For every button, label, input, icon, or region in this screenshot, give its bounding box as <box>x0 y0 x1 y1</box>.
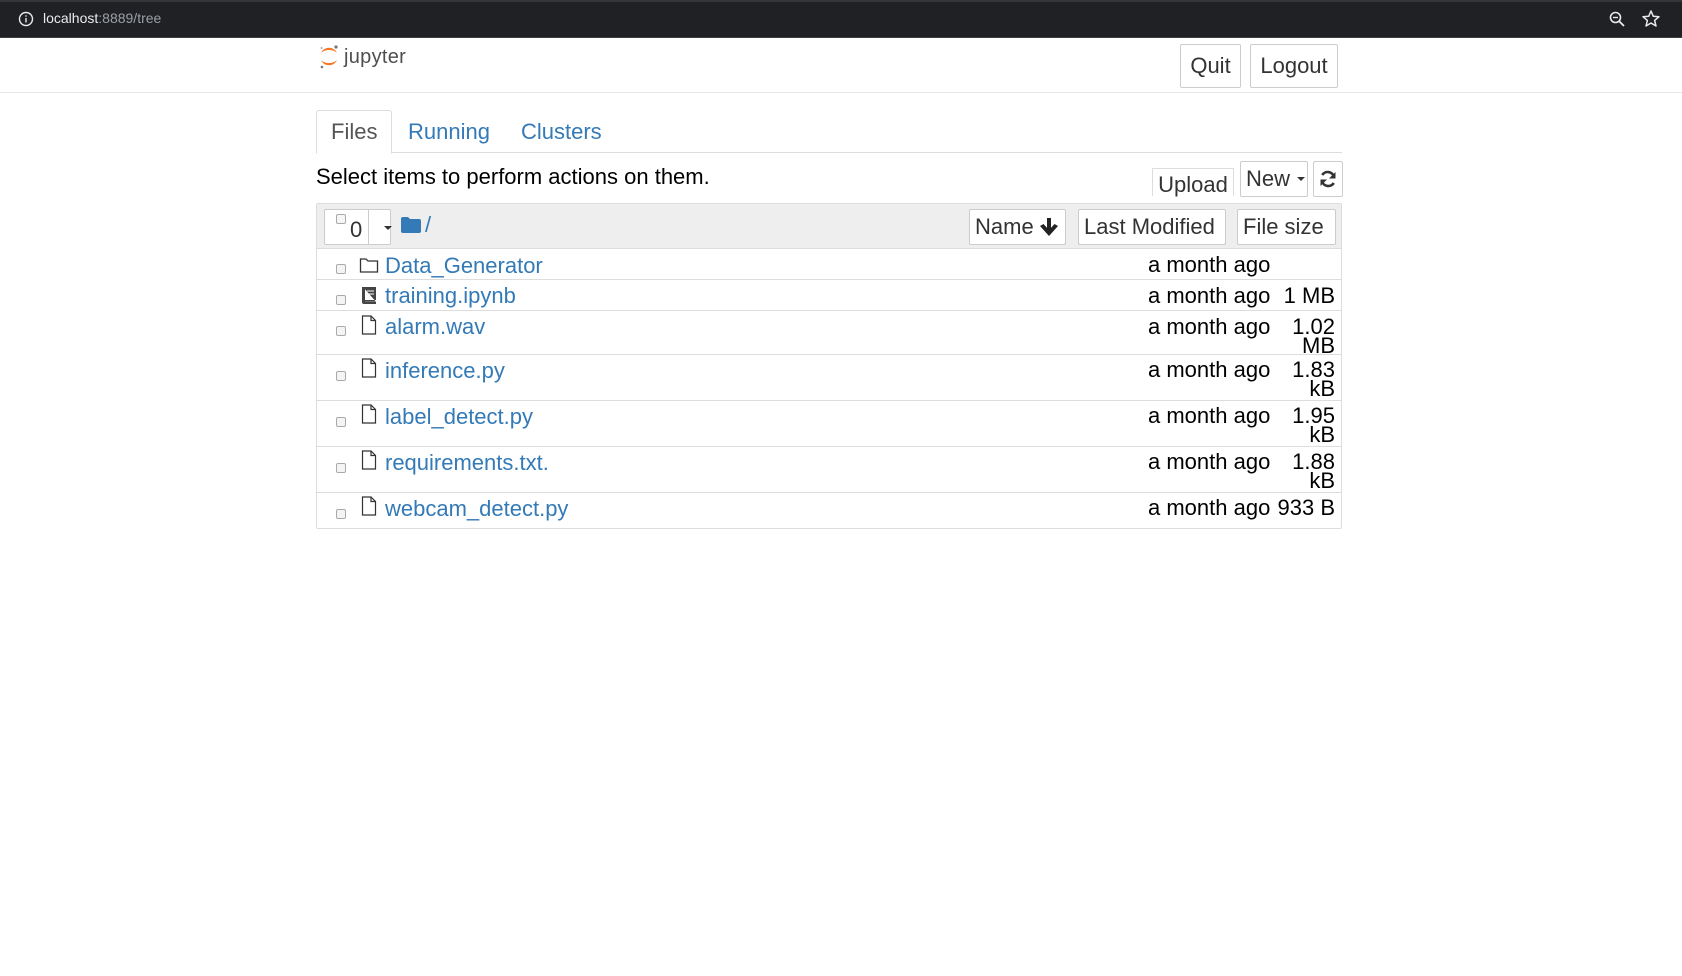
list-item[interactable]: Data_Generator a month ago <box>317 249 1341 280</box>
jupyter-header: jupyter Quit Logout <box>0 38 1682 93</box>
file-modified: a month ago <box>1148 495 1271 520</box>
file-icon <box>361 315 377 335</box>
file-icon <box>361 358 377 378</box>
file-modified: a month ago <box>1148 252 1271 277</box>
file-size: 1.88 kB <box>1292 449 1335 493</box>
file-name-link[interactable]: Data_Generator <box>385 253 543 279</box>
file-list: 0 / Name Last Modified File size Data_Ge… <box>316 203 1342 529</box>
breadcrumb-root[interactable]: / <box>425 212 431 238</box>
list-item[interactable]: alarm.wav a month ago 1.02 MB <box>317 311 1341 358</box>
file-list-header: 0 / Name Last Modified File size <box>317 204 1341 249</box>
file-size: 1.83 kB <box>1292 357 1335 401</box>
new-button-label: New <box>1246 166 1291 191</box>
notebook-icon <box>362 287 376 304</box>
sort-name-label: Name <box>975 214 1034 239</box>
sort-by-size-button[interactable]: File size <box>1237 209 1336 245</box>
zoom-icon[interactable] <box>1608 10 1626 28</box>
tab-files[interactable]: Files <box>316 110 393 154</box>
list-item[interactable]: inference.py a month ago 1.83 kB <box>317 355 1341 401</box>
sort-by-name-button[interactable]: Name <box>969 209 1066 245</box>
new-dropdown-button[interactable]: New <box>1240 161 1308 197</box>
browser-toolbar: localhost:8889/tree <box>0 0 1682 38</box>
refresh-icon <box>1320 170 1336 188</box>
sort-by-modified-button[interactable]: Last Modified <box>1078 209 1226 245</box>
folder-icon <box>359 258 379 273</box>
tab-running[interactable]: Running <box>394 110 504 153</box>
row-checkbox[interactable] <box>336 264 346 274</box>
file-size: 1 MB <box>1283 283 1335 308</box>
row-checkbox[interactable] <box>336 371 346 381</box>
file-name-link[interactable]: webcam_detect.py <box>385 496 568 522</box>
tab-clusters[interactable]: Clusters <box>507 110 616 153</box>
arrow-down-icon <box>1039 218 1058 236</box>
site-info-icon[interactable] <box>18 11 34 27</box>
address-bar[interactable]: localhost:8889/tree <box>43 10 161 26</box>
logo-text: jupyter <box>344 45 407 68</box>
refresh-button[interactable] <box>1313 161 1343 197</box>
file-name-link[interactable]: training.ipynb <box>385 283 516 309</box>
select-menu-caret-icon[interactable] <box>384 226 392 230</box>
url-path: :8889/tree <box>98 10 162 26</box>
list-item[interactable]: webcam_detect.py a month ago 933 B <box>317 493 1341 528</box>
file-modified: a month ago <box>1148 403 1271 428</box>
jupyter-logo-icon <box>320 45 338 69</box>
row-checkbox[interactable] <box>336 295 346 305</box>
caret-down-icon <box>1297 177 1306 181</box>
file-name-link[interactable]: alarm.wav <box>385 314 485 340</box>
file-modified: a month ago <box>1148 449 1271 474</box>
logout-button[interactable]: Logout <box>1250 44 1338 88</box>
row-checkbox[interactable] <box>336 509 346 519</box>
browser-tab-strip <box>0 0 1682 2</box>
file-size: 1.95 kB <box>1292 403 1335 447</box>
file-modified: a month ago <box>1148 283 1271 308</box>
file-icon <box>361 404 377 424</box>
select-all-checkbox[interactable] <box>336 214 346 224</box>
file-icon <box>361 496 377 516</box>
folder-home-icon[interactable] <box>401 217 421 233</box>
selected-count: 0 <box>350 217 363 242</box>
url-host: localhost <box>43 10 99 26</box>
tab-bar: Files Running Clusters <box>316 110 1342 154</box>
list-item[interactable]: label_detect.py a month ago 1.95 kB <box>317 401 1341 447</box>
list-item[interactable]: requirements.txt. a month ago 1.88 kB <box>317 447 1341 493</box>
file-name-link[interactable]: inference.py <box>385 358 505 384</box>
instructions-text: Select items to perform actions on them. <box>316 164 710 189</box>
file-modified: a month ago <box>1148 314 1271 339</box>
upload-button[interactable]: Upload <box>1152 168 1234 196</box>
list-item[interactable]: training.ipynb a month ago 1 MB <box>317 280 1341 311</box>
divider <box>368 210 369 244</box>
row-checkbox[interactable] <box>336 463 346 473</box>
select-all-group[interactable]: 0 <box>324 209 392 245</box>
bookmark-star-icon[interactable] <box>1641 9 1661 29</box>
jupyter-logo[interactable]: jupyter <box>318 42 406 72</box>
quit-button[interactable]: Quit <box>1180 44 1241 88</box>
row-checkbox[interactable] <box>336 326 346 336</box>
file-name-link[interactable]: label_detect.py <box>385 404 533 430</box>
file-modified: a month ago <box>1148 357 1271 382</box>
file-name-link[interactable]: requirements.txt. <box>385 450 549 476</box>
file-icon <box>361 450 377 470</box>
row-checkbox[interactable] <box>336 417 346 427</box>
file-size: 933 B <box>1277 495 1336 520</box>
file-size: 1.02 MB <box>1292 314 1335 358</box>
